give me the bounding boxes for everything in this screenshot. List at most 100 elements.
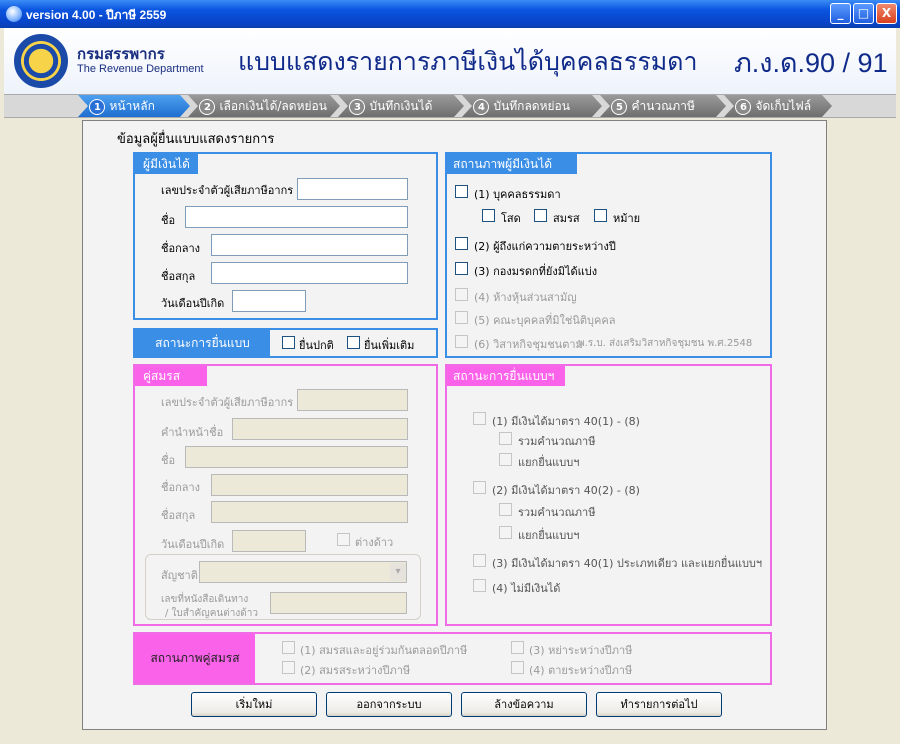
spouse-passport-label-2: / ใบสำคัญคนต่างด้าว xyxy=(165,608,258,619)
form-title: แบบแสดงรายการภาษีเงินได้บุคคลธรรมดา xyxy=(238,47,698,76)
spouse-tax-id-label: เลขประจำตัวผู้เสียภาษีอากร xyxy=(161,396,294,409)
form-code: ภ.ง.ด.90 / 91 xyxy=(734,48,888,78)
fs2-opt1-separate-checkbox[interactable] xyxy=(499,453,512,466)
next-button[interactable]: ทำรายการต่อไป xyxy=(596,692,722,717)
chevron-down-icon[interactable]: ▾ xyxy=(390,563,406,581)
ss-opt3-checkbox[interactable] xyxy=(511,641,524,654)
ss-opt2-label: (2) สมรสระหว่างปีภาษี xyxy=(300,664,411,677)
filing-normal-checkbox[interactable] xyxy=(282,336,295,349)
spouse-birth-date-label: วันเดือนปีเกิด xyxy=(161,538,225,551)
step-calculate-tax[interactable]: 5 คำนวณภาษี xyxy=(600,95,726,117)
fs2-opt2-combined-label: รวมคำนวณภาษี xyxy=(518,506,596,519)
step-nav: 1 หน้าหลัก 2 เลือกเงินได้/ลดหย่อน 3 บันทึกเ… xyxy=(4,94,896,118)
fs2-opt4-checkbox[interactable] xyxy=(473,579,486,592)
earner-status-title: สถานภาพผู้มีเงินได้ xyxy=(447,154,577,174)
earner-middle-name-input[interactable] xyxy=(211,234,408,256)
status-partnership-label: (4) ห้างหุ้นส่วนสามัญ xyxy=(474,291,577,304)
earner-first-name-label: ชื่อ xyxy=(161,214,176,227)
status-married-label: สมรส xyxy=(553,212,580,225)
spouse-nationality-select[interactable] xyxy=(199,561,407,583)
spouse-passport-label-1: เลขที่หนังสือเดินทาง xyxy=(161,594,249,605)
status-widowed-checkbox[interactable] xyxy=(594,209,607,222)
earner-birth-date-input[interactable] xyxy=(232,290,306,312)
clear-button[interactable]: ล้างข้อความ xyxy=(461,692,587,717)
app-header: กรมสรรพากร The Revenue Department แบบแสด… xyxy=(4,28,896,94)
filing-normal-label: ยื่นปกติ xyxy=(299,339,334,352)
earner-last-name-input[interactable] xyxy=(211,262,408,284)
spouse-birth-date-input[interactable] xyxy=(232,530,306,552)
spouse-status-title: สถานภาพคู่สมรส xyxy=(135,634,255,683)
step-number: 4 xyxy=(473,99,489,115)
spouse-last-name-input[interactable] xyxy=(211,501,408,523)
earner-tax-id-input[interactable] xyxy=(297,178,408,200)
spouse-first-name-label: ชื่อ xyxy=(161,454,176,467)
ss-opt3-label: (3) หย่าระหว่างปีภาษี xyxy=(529,644,633,657)
step-label: บันทึกเงินได้ xyxy=(369,99,433,113)
spouse-first-name-input[interactable] xyxy=(185,446,408,468)
fs2-opt1-separate-label: แยกยื่นแบบฯ xyxy=(518,456,580,469)
status-single-label: โสด xyxy=(501,212,521,225)
step-number: 6 xyxy=(735,99,751,115)
fs2-opt2-label: (2) มีเงินได้มาตรา 40(2) - (8) xyxy=(492,484,640,497)
status-deceased-label: (2) ผู้ถึงแก่ความตายระหว่างปี xyxy=(474,240,616,253)
fs2-opt2-separate-checkbox[interactable] xyxy=(499,526,512,539)
dept-name-english: The Revenue Department xyxy=(77,63,204,75)
status-individual-label: (1) บุคคลธรรมดา xyxy=(474,188,561,201)
fs2-opt2-separate-label: แยกยื่นแบบฯ xyxy=(518,529,580,542)
window-title: version 4.00 - ปีภาษี 2559 xyxy=(26,8,167,22)
step-label: หน้าหลัก xyxy=(109,99,155,113)
close-button[interactable]: X xyxy=(876,3,897,24)
spouse-prefix-input[interactable] xyxy=(232,418,408,440)
earner-birth-date-label: วันเดือนปีเกิด xyxy=(161,297,225,310)
spouse-foreigner-checkbox[interactable] xyxy=(337,533,350,546)
status-community-label: (6) วิสาหกิจชุมชนตาม xyxy=(474,338,583,351)
status-estate-checkbox[interactable] xyxy=(455,262,468,275)
filing-status-title: สถานะการยื่นแบบ xyxy=(135,330,270,356)
fs2-opt1-combined-label: รวมคำนวณภาษี xyxy=(518,435,596,448)
exit-button[interactable]: ออกจากระบบ xyxy=(326,692,452,717)
status-married-checkbox[interactable] xyxy=(534,209,547,222)
status-community-checkbox[interactable] xyxy=(455,335,468,348)
spouse-middle-name-label: ชื่อกลาง xyxy=(161,481,201,494)
spouse-middle-name-input[interactable] xyxy=(211,474,408,496)
filing-additional-checkbox[interactable] xyxy=(347,336,360,349)
title-bar: version 4.00 - ปีภาษี 2559 _ □ X xyxy=(0,0,900,28)
step-select-income[interactable]: 2 เลือกเงินได้/ลดหย่อน xyxy=(188,95,340,117)
ss-opt2-checkbox[interactable] xyxy=(282,661,295,674)
status-deceased-checkbox[interactable] xyxy=(455,237,468,250)
step-home[interactable]: 1 หน้าหลัก xyxy=(78,95,190,117)
filing-status2-title: สถานะการยื่นแบบฯ xyxy=(447,366,565,386)
status-estate-label: (3) กองมรดกที่ยังมิได้แบ่ง xyxy=(474,265,598,278)
app-icon xyxy=(6,6,22,22)
fs2-opt2-checkbox[interactable] xyxy=(473,481,486,494)
status-single-checkbox[interactable] xyxy=(482,209,495,222)
fs2-opt1-checkbox[interactable] xyxy=(473,412,486,425)
step-label: บันทึกลดหย่อน xyxy=(493,99,570,113)
step-record-income[interactable]: 3 บันทึกเงินได้ xyxy=(338,95,464,117)
spouse-passport-input[interactable] xyxy=(270,592,407,614)
step-save-file[interactable]: 6 จัดเก็บไฟล์ xyxy=(724,95,832,117)
step-label: คำนวณภาษี xyxy=(631,99,695,113)
earner-first-name-input[interactable] xyxy=(185,206,408,228)
revenue-department-logo xyxy=(14,34,68,88)
earner-middle-name-label: ชื่อกลาง xyxy=(161,242,201,255)
ss-opt4-checkbox[interactable] xyxy=(511,661,524,674)
spouse-prefix-label: คำนำหน้าชื่อ xyxy=(161,426,224,439)
restart-button[interactable]: เริ่มใหม่ xyxy=(191,692,317,717)
spouse-foreigner-label: ต่างด้าว xyxy=(355,536,394,549)
ss-opt4-label: (4) ตายระหว่างปีภาษี xyxy=(529,664,633,677)
status-community-note: พ.ร.บ. ส่งเสริมวิสาหกิจชุมชน พ.ศ.2548 xyxy=(578,338,753,349)
status-individual-checkbox[interactable] xyxy=(455,185,468,198)
maximize-button[interactable]: □ xyxy=(853,3,874,24)
fs2-opt2-combined-checkbox[interactable] xyxy=(499,503,512,516)
spouse-tax-id-input[interactable] xyxy=(297,389,408,411)
earner-last-name-label: ชื่อสกุล xyxy=(161,270,196,283)
fs2-opt3-checkbox[interactable] xyxy=(473,554,486,567)
status-group-checkbox[interactable] xyxy=(455,311,468,324)
minimize-button[interactable]: _ xyxy=(830,3,851,24)
fs2-opt1-combined-checkbox[interactable] xyxy=(499,432,512,445)
spouse-title: คู่สมรส xyxy=(135,366,207,386)
status-partnership-checkbox[interactable] xyxy=(455,288,468,301)
ss-opt1-checkbox[interactable] xyxy=(282,641,295,654)
step-record-deduction[interactable]: 4 บันทึกลดหย่อน xyxy=(462,95,602,117)
